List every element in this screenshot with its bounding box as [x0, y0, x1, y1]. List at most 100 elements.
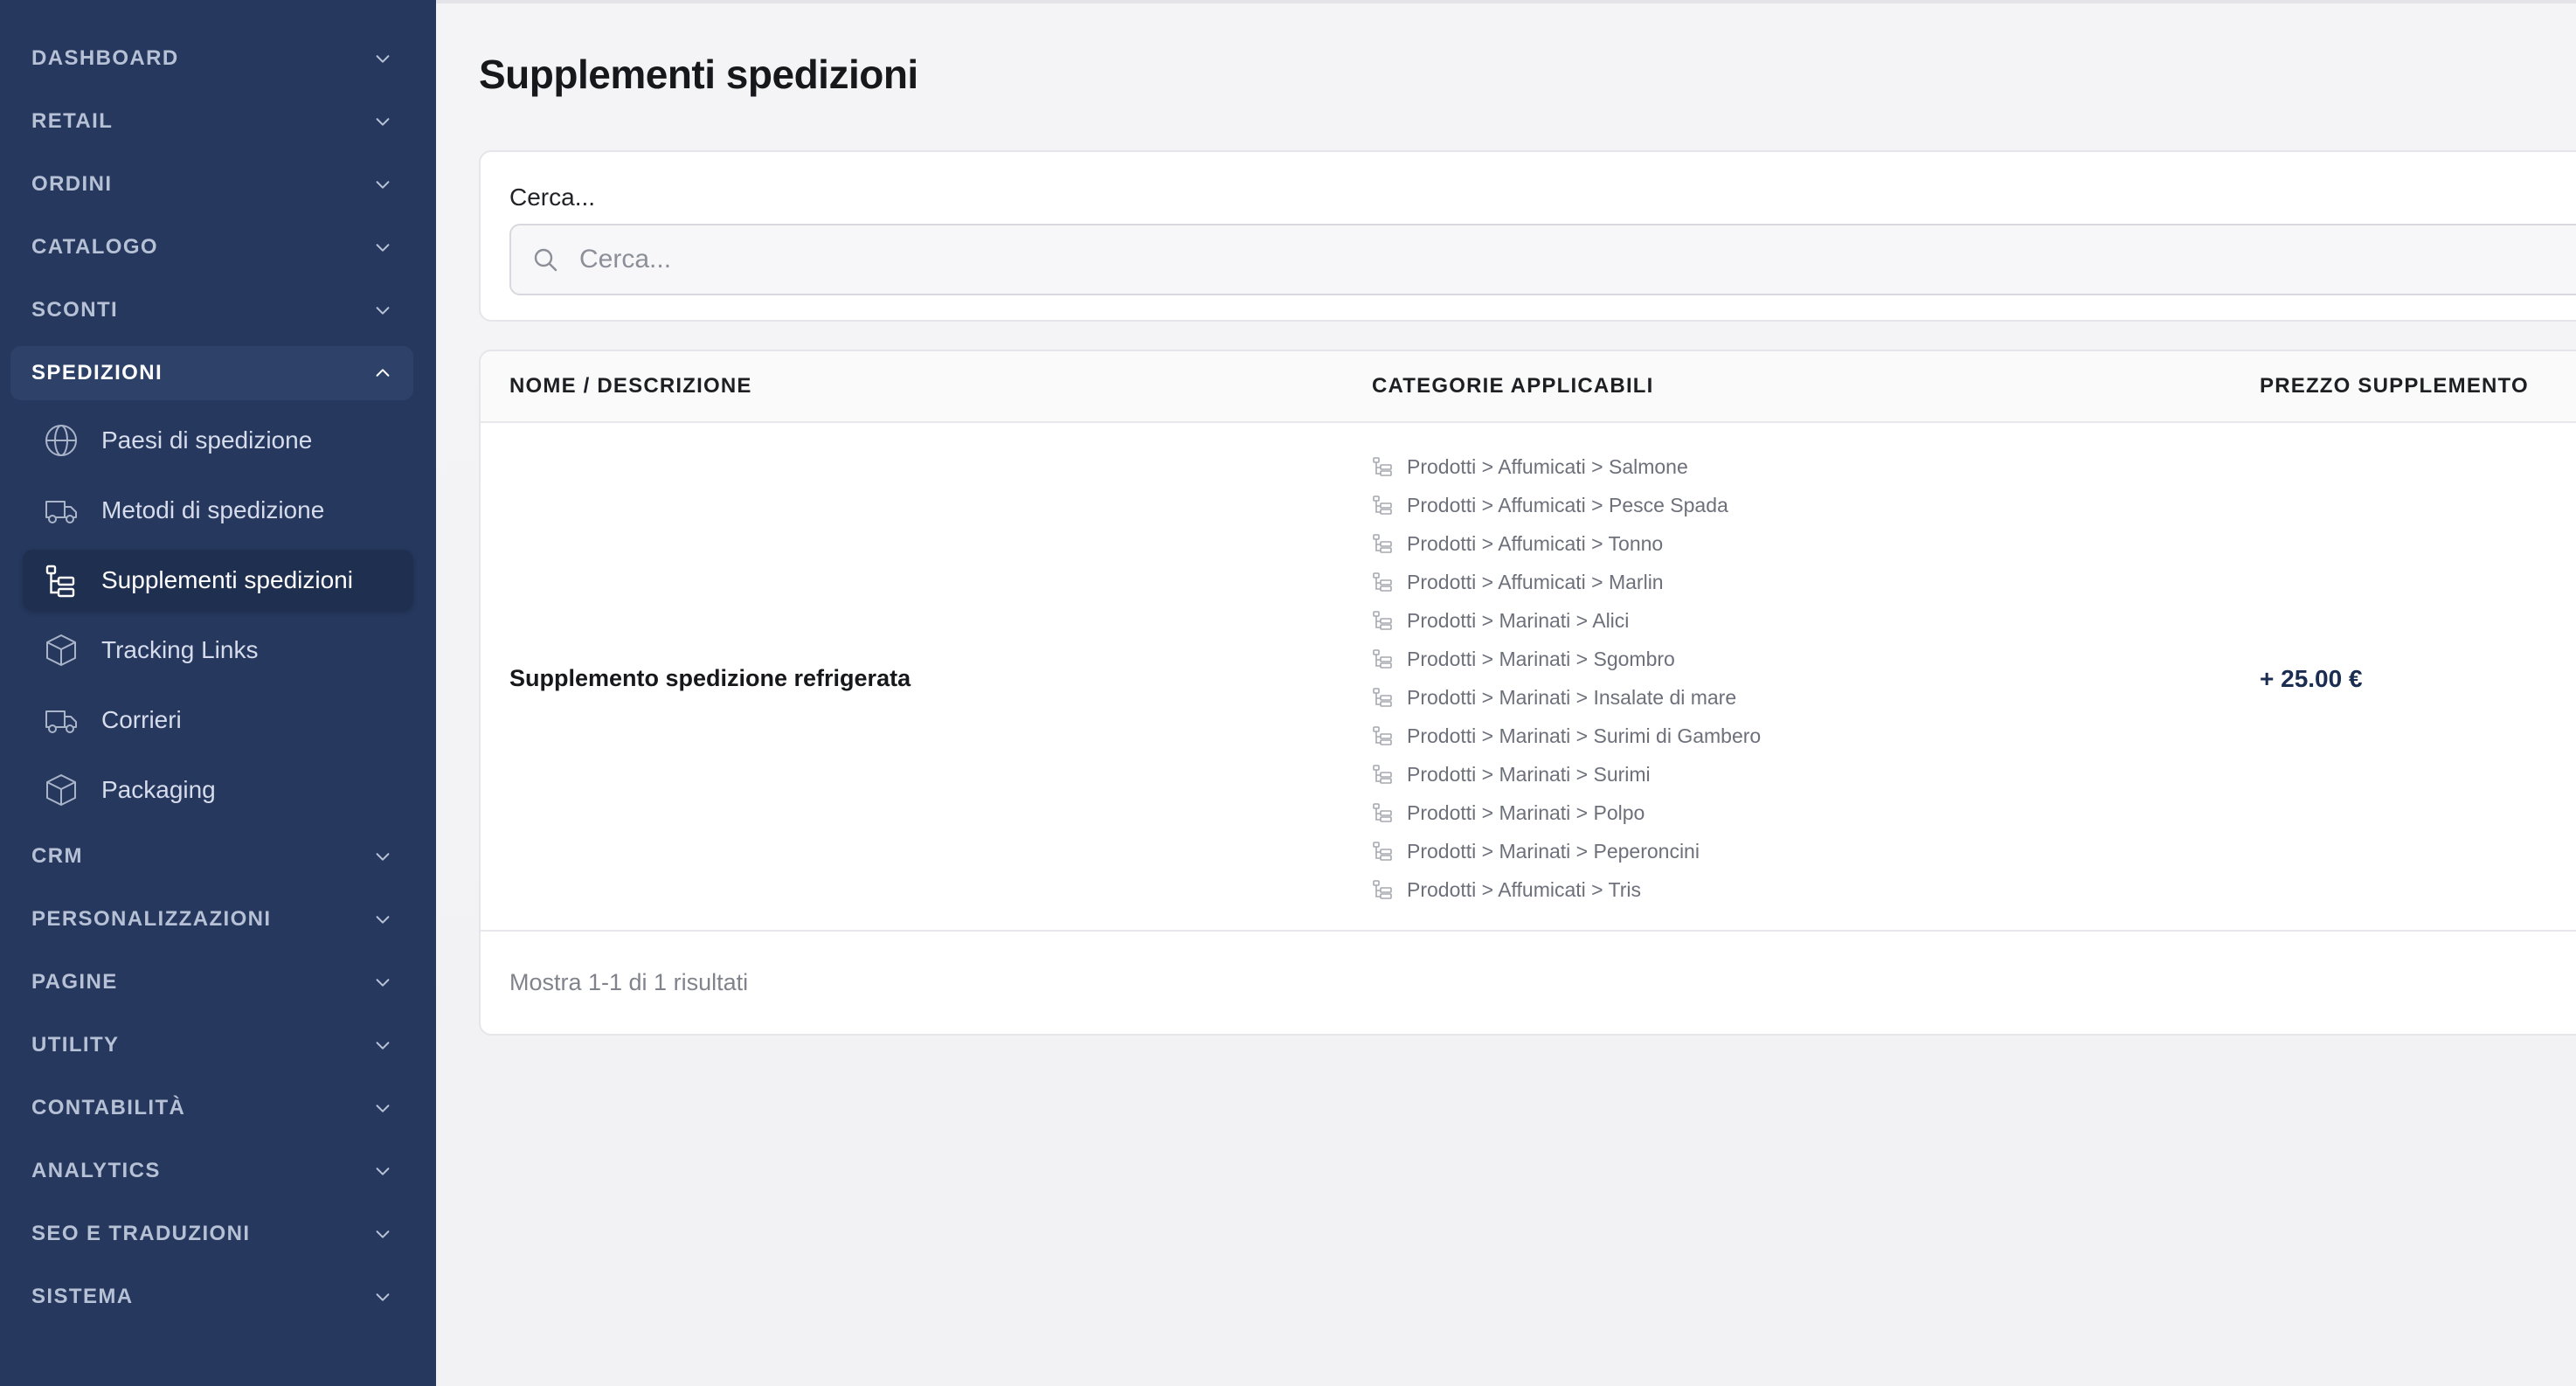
category-label: Prodotti > Marinati > Insalate di mare [1407, 685, 1737, 709]
sidebar-item-label: Tracking Links [101, 636, 259, 663]
category-label: Prodotti > Marinati > Polpo [1407, 800, 1645, 824]
nav-group-pagine[interactable]: PAGINE [10, 955, 413, 1009]
nav-group-ordini[interactable]: ORDINI [10, 157, 413, 211]
category-label: Prodotti > Marinati > Surimi di Gambero [1407, 724, 1762, 747]
category-item: Prodotti > Marinati > Insalate di mare [1372, 678, 1761, 717]
nav-group-label: PERSONALIZZAZIONI [31, 907, 272, 931]
sidebar-item-supplementi-spedizioni[interactable]: Supplementi spedizioni [23, 550, 413, 611]
chevron-down-icon [376, 1293, 390, 1301]
category-label: Prodotti > Marinati > Alici [1407, 608, 1630, 632]
chevron-down-icon [376, 916, 390, 924]
nav-group-label: ORDINI [31, 172, 113, 196]
hierarchy-icon [1373, 765, 1392, 784]
page-title: Supplementi spedizioni [479, 52, 918, 97]
category-label: Prodotti > Affumicati > Marlin [1407, 570, 1664, 593]
chevron-down-icon [376, 853, 390, 861]
hierarchy-icon [1373, 572, 1392, 592]
hierarchy-icon [1373, 880, 1392, 899]
table-row[interactable]: Supplemento spedizione refrigerata Prodo… [481, 423, 2576, 932]
nav-group-label: CONTABILITÀ [31, 1096, 186, 1119]
nav-group-catalogo[interactable]: CATALOGO [10, 220, 413, 274]
main-content: Supplementi spedizioni Cerca... NOME / D… [436, 0, 2576, 1386]
nav-group-analytics[interactable]: ANALYTICS [10, 1144, 413, 1198]
category-item: Prodotti > Affumicati > Marlin [1372, 563, 1761, 601]
sidebar-item-label: Supplementi spedizioni [101, 566, 353, 593]
chevron-down-icon [376, 979, 390, 987]
search-input[interactable] [579, 245, 2327, 274]
chevron-down-icon [376, 181, 390, 189]
nav-group-sconti[interactable]: SCONTI [10, 283, 413, 337]
sidebar-item-corrieri[interactable]: Corrieri [23, 690, 413, 751]
nav-group-label: SISTEMA [31, 1285, 134, 1308]
sidebar-item-packaging[interactable]: Packaging [23, 759, 413, 821]
column-header-price[interactable]: PREZZO SUPPLEMENTO [2260, 374, 2529, 398]
category-label: Prodotti > Marinati > Surimi [1407, 762, 1651, 786]
chevron-up-icon [376, 369, 390, 377]
hierarchy-icon [1373, 611, 1392, 630]
nav-group-seo-e-traduzioni[interactable]: SEO E TRADUZIONI [10, 1207, 413, 1261]
nav-group-label: CRM [31, 844, 83, 868]
category-label: Prodotti > Affumicati > Pesce Spada [1407, 493, 1728, 516]
sidebar-item-paesi-di-spedizione[interactable]: Paesi di spedizione [23, 410, 413, 471]
nav-group-contabilita[interactable]: CONTABILITÀ [10, 1081, 413, 1135]
chevron-down-icon [376, 55, 390, 63]
hierarchy-icon [1373, 495, 1392, 515]
chevron-down-icon [376, 244, 390, 252]
globe-icon [45, 425, 77, 456]
category-label: Prodotti > Marinati > Peperoncini [1407, 839, 1700, 863]
search-icon [534, 248, 557, 272]
supplement-name[interactable]: Supplemento spedizione refrigerata [509, 665, 911, 692]
sidebar-item-label: Paesi di spedizione [101, 426, 313, 454]
hierarchy-icon [1373, 457, 1392, 476]
nav-group-retail[interactable]: RETAIL [10, 94, 413, 149]
nav-group-label: SPEDIZIONI [31, 361, 163, 385]
supplement-price: + 25.00 € [2260, 665, 2363, 692]
category-label: Prodotti > Affumicati > Tonno [1407, 531, 1664, 555]
sidebar-item-metodi-di-spedizione[interactable]: Metodi di spedizione [23, 480, 413, 541]
chevron-down-icon [376, 1230, 390, 1238]
categories-list: Prodotti > Affumicati > Salmone Prodotti… [1372, 447, 1761, 909]
nav-group-utility[interactable]: UTILITY [10, 1018, 413, 1072]
category-item: Prodotti > Marinati > Sgombro [1372, 640, 1761, 678]
sidebar-item-label: Corrieri [101, 706, 182, 733]
nav-group-sistema[interactable]: SISTEMA [10, 1270, 413, 1324]
category-item: Prodotti > Marinati > Alici [1372, 601, 1761, 640]
nav-group-label: DASHBOARD [31, 46, 179, 70]
sidebar-item-label: Packaging [101, 776, 216, 803]
search-box[interactable] [509, 224, 2576, 295]
nav-group-label: ANALYTICS [31, 1159, 161, 1182]
sidebar-item-tracking-links[interactable]: Tracking Links [23, 620, 413, 681]
nav-group-crm[interactable]: CRM [10, 829, 413, 884]
pagination-summary: Mostra 1-1 di 1 risultati [509, 969, 749, 995]
category-label: Prodotti > Affumicati > Tris [1407, 877, 1642, 901]
category-item: Prodotti > Affumicati > Salmone [1372, 447, 1761, 486]
hierarchy-icon [1373, 534, 1392, 553]
hierarchy-icon [1373, 803, 1392, 822]
nav-group-label: PAGINE [31, 970, 118, 994]
category-item: Prodotti > Affumicati > Pesce Spada [1372, 486, 1761, 524]
nav-group-dashboard[interactable]: DASHBOARD [10, 31, 413, 86]
hierarchy-icon [1373, 726, 1392, 745]
column-header-name[interactable]: NOME / DESCRIZIONE [509, 374, 752, 398]
search-card: Cerca... [479, 150, 2576, 322]
category-item: Prodotti > Marinati > Surimi di Gambero [1372, 717, 1761, 755]
top-divider [436, 0, 2576, 3]
table-header: NOME / DESCRIZIONE CATEGORIE APPLICABILI… [481, 351, 2576, 423]
hierarchy-icon [1373, 688, 1392, 707]
category-item: Prodotti > Marinati > Polpo [1372, 793, 1761, 832]
supplements-table: NOME / DESCRIZIONE CATEGORIE APPLICABILI… [479, 350, 2576, 1036]
column-header-categories[interactable]: CATEGORIE APPLICABILI [1372, 374, 1654, 398]
hierarchy-icon [1373, 842, 1392, 861]
nav-group-label: UTILITY [31, 1033, 120, 1057]
box-icon [46, 774, 76, 806]
category-item: Prodotti > Affumicati > Tonno [1372, 524, 1761, 563]
truck-icon [45, 710, 77, 733]
category-label: Prodotti > Affumicati > Salmone [1407, 454, 1688, 478]
chevron-down-icon [376, 1042, 390, 1050]
chevron-down-icon [376, 118, 390, 126]
chevron-down-icon [376, 1105, 390, 1112]
nav-group-personalizzazioni[interactable]: PERSONALIZZAZIONI [10, 892, 413, 946]
search-label: Cerca... [509, 184, 596, 211]
category-item: Prodotti > Marinati > Surimi [1372, 755, 1761, 793]
nav-group-spedizioni[interactable]: SPEDIZIONI [10, 346, 413, 400]
